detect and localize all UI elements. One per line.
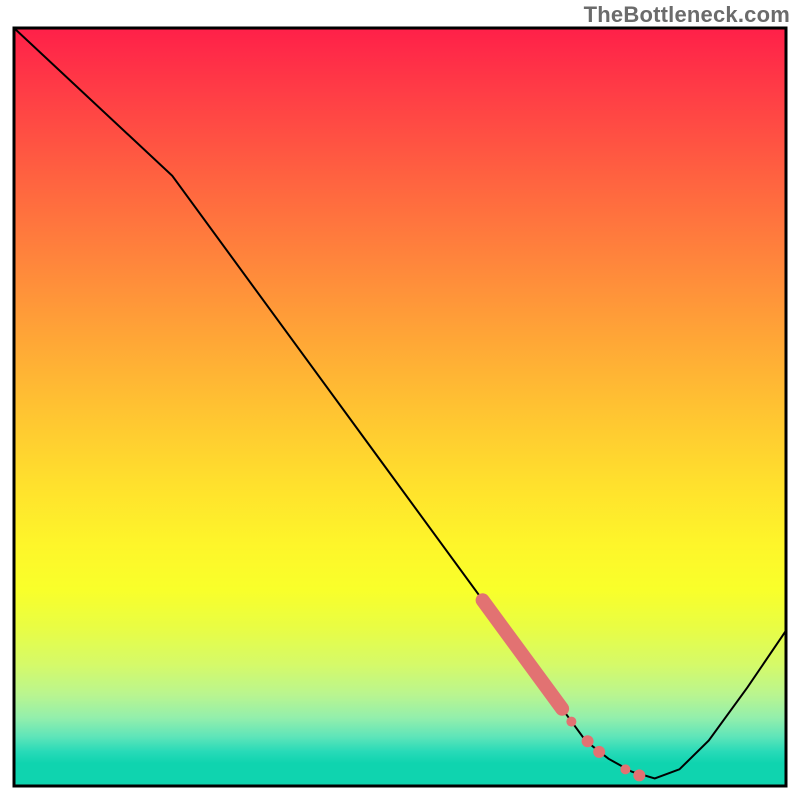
highlight-dot [593,746,605,758]
gradient-background [14,28,786,786]
chart-svg [0,0,800,800]
watermark-text: TheBottleneck.com [584,2,790,28]
chart-stage: TheBottleneck.com [0,0,800,800]
highlight-dot [582,735,594,747]
highlight-dot [620,764,630,774]
highlight-dot [566,717,576,727]
highlight-dot [633,769,645,781]
